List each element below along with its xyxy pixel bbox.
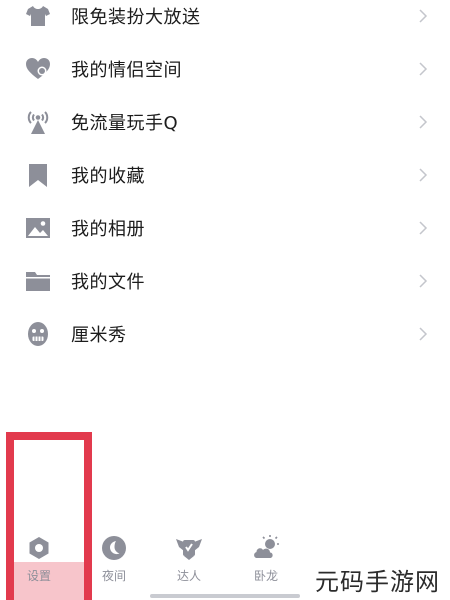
chevron-right-icon (418, 221, 428, 235)
watermark: 元码手游网 (315, 568, 440, 596)
folder-icon (24, 267, 52, 295)
moon-icon (99, 533, 129, 563)
signal-tower-icon (24, 108, 52, 136)
settings-icon (24, 533, 54, 563)
home-indicator[interactable] (150, 594, 300, 598)
menu-item-couple-space[interactable]: 我的情侣空间 (0, 43, 450, 95)
menu-item-label: 我的收藏 (71, 166, 145, 187)
bookmark-icon (24, 161, 52, 189)
menu-item-label: 我的相册 (71, 219, 145, 240)
menu-item-free-data[interactable]: 免流量玩手Q (0, 96, 450, 148)
photo-icon (24, 214, 52, 242)
nav-label: 卧龙 (253, 569, 278, 583)
nav-label: 夜间 (101, 569, 126, 583)
chevron-right-icon (418, 115, 428, 129)
nav-settings-button[interactable]: 设置 (9, 525, 69, 595)
tshirt-icon (24, 2, 52, 30)
face-icon (24, 320, 52, 348)
menu-item-favorites[interactable]: 我的收藏 (0, 149, 450, 201)
menu-item-label: 厘米秀 (71, 325, 127, 346)
menu-item-free-decor[interactable]: 限免装扮大放送 (0, 0, 450, 42)
menu-item-label: 我的文件 (71, 272, 145, 293)
menu-item-label: 免流量玩手Q (71, 113, 179, 134)
menu-item-files[interactable]: 我的文件 (0, 255, 450, 307)
winged-badge-icon (174, 533, 204, 563)
nav-wolong-button[interactable]: 卧龙 (236, 525, 296, 595)
heart-icon (24, 55, 52, 83)
menu-item-album[interactable]: 我的相册 (0, 202, 450, 254)
nav-label: 设置 (26, 569, 51, 583)
menu-item-label: 我的情侣空间 (71, 60, 182, 81)
chevron-right-icon (418, 327, 428, 341)
nav-night-mode-button[interactable]: 夜间 (84, 525, 144, 595)
menu-item-cmshow[interactable]: 厘米秀 (0, 308, 450, 360)
chevron-right-icon (418, 168, 428, 182)
weather-icon (251, 533, 281, 563)
menu-item-label: 限免装扮大放送 (71, 7, 201, 28)
chevron-right-icon (418, 274, 428, 288)
chevron-right-icon (418, 9, 428, 23)
nav-expert-button[interactable]: 达人 (159, 525, 219, 595)
chevron-right-icon (418, 62, 428, 76)
nav-label: 达人 (176, 569, 201, 583)
